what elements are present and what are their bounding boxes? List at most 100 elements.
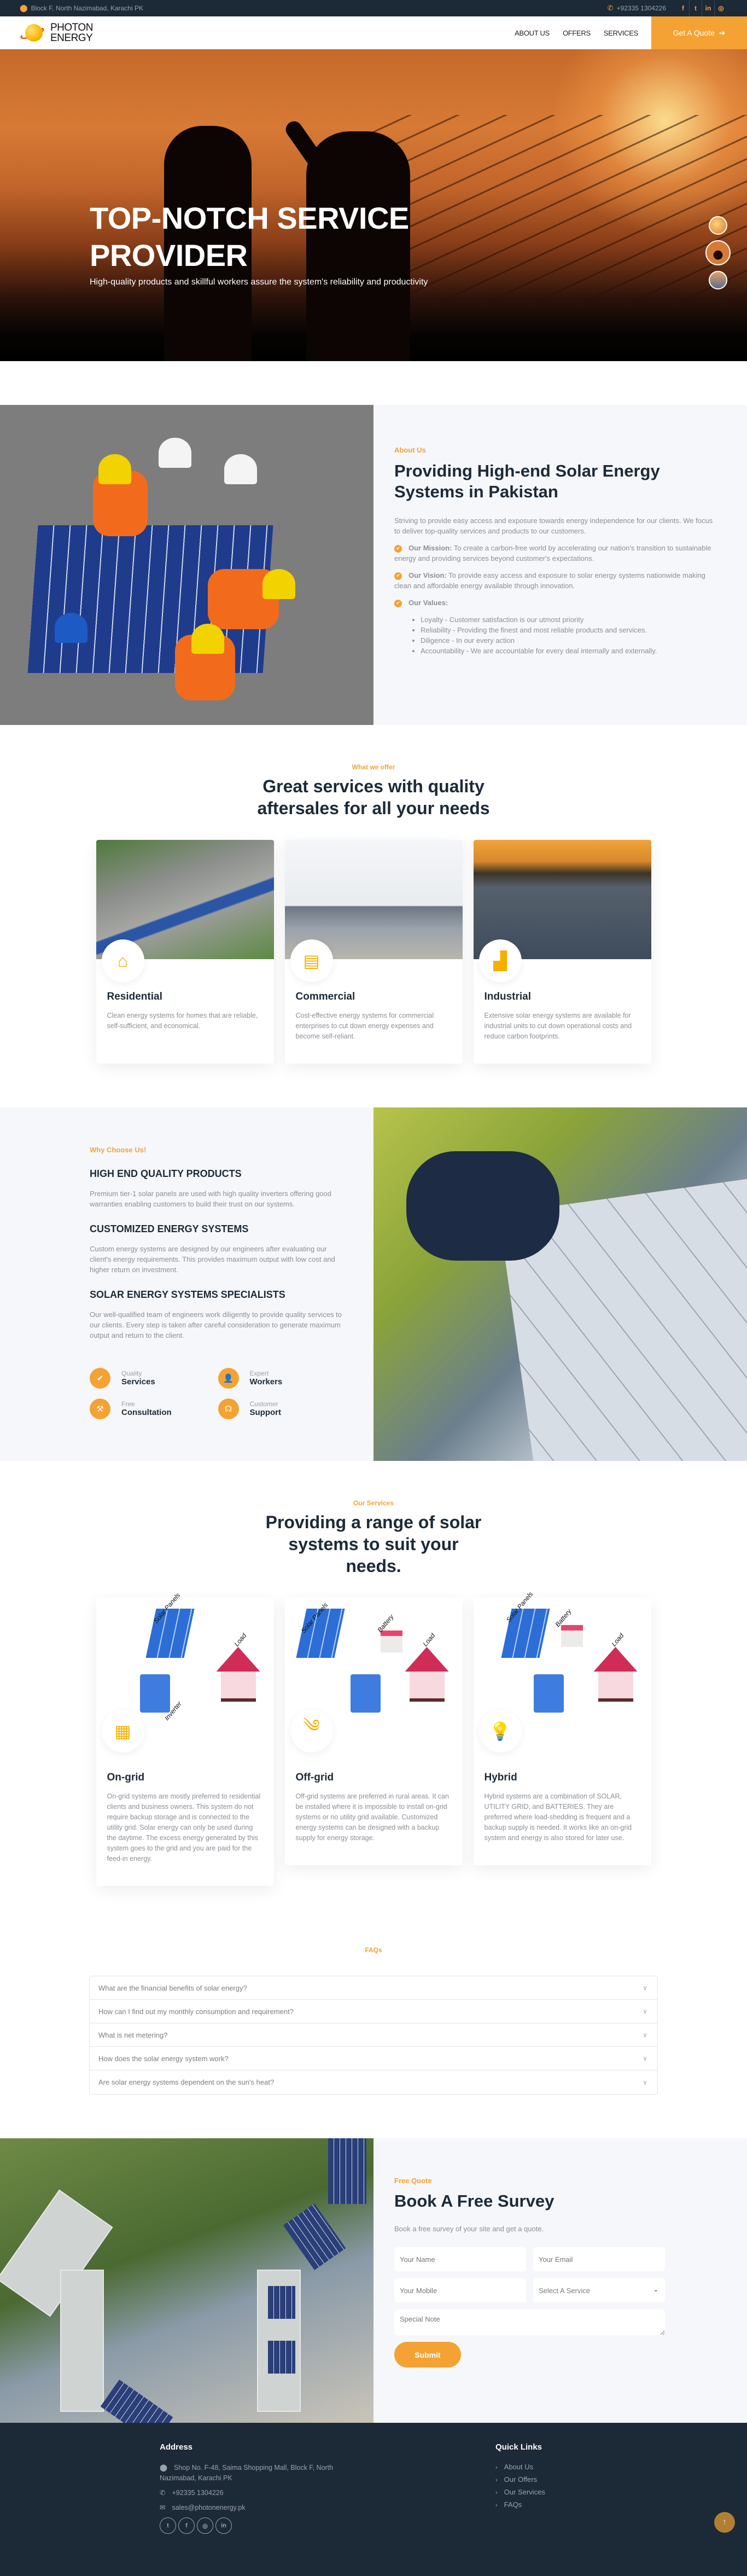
diagram-house [216, 1647, 260, 1702]
faq-item[interactable]: Are solar energy systems dependent on th… [90, 2070, 657, 2094]
faq-item[interactable]: How does the solar energy system work? ∨ [90, 2047, 657, 2070]
chevron-down-icon: ∨ [643, 1984, 647, 1992]
main-navbar: PHOTON ENERGY ABOUT US OFFERS SERVICES Ge… [0, 16, 747, 49]
footer-link-offers[interactable]: › Our Offers [495, 2475, 545, 2484]
check-icon: ✔ [90, 1368, 110, 1389]
footer-link-label: Our Services [504, 2488, 545, 2496]
rooftop-panels [100, 2380, 173, 2423]
mission-item: ✔ Our Mission: To create a carbon-free wo… [394, 543, 720, 564]
why-block-text: Custom energy systems are designed by ou… [90, 1245, 335, 1274]
slide-thumb[interactable] [709, 271, 727, 289]
service-select[interactable]: Select A Service [533, 2278, 665, 2302]
footer-phone-text[interactable]: +92335 1304226 [172, 2489, 223, 2497]
logo[interactable]: PHOTON ENERGY [19, 22, 93, 44]
footer-link-label: Our Offers [504, 2475, 538, 2484]
twitter-icon[interactable]: t [160, 2517, 176, 2534]
footer-email-text[interactable]: sales@photonenergy.pk [172, 2504, 245, 2511]
nav-link-offers[interactable]: OFFERS [563, 29, 591, 37]
arrow-right-icon: ➔ [719, 28, 726, 37]
rooftop-panels [283, 2203, 346, 2271]
why-block-text: Premium tier-1 solar panels are used wit… [90, 1190, 331, 1208]
diagram-inverter [350, 1674, 381, 1713]
footer-link-services[interactable]: › Our Services [495, 2488, 545, 2496]
drafting-compass-icon: ⚒ [90, 1399, 110, 1419]
slide-thumb[interactable] [709, 216, 727, 235]
why-choose-us-section: Why Choose Us! HIGH END QUALITY PRODUCTS… [0, 1107, 747, 1461]
about-team-image [0, 405, 374, 725]
card-text: Clean energy systems for homes that are … [107, 1012, 258, 1030]
lightbulb-icon: 💡 [478, 1710, 522, 1753]
get-quote-button[interactable]: Get A Quote ➔ [651, 16, 747, 49]
chevron-down-icon: ∨ [643, 2031, 647, 2039]
about-eyebrow: About Us [394, 446, 426, 454]
footer-link-about[interactable]: › About Us [495, 2463, 545, 2471]
about-section: About Us Providing High-end Solar Energy… [0, 405, 747, 725]
slide-thumb-active[interactable] [705, 240, 731, 265]
back-to-top-button[interactable]: ↑ [714, 2512, 735, 2533]
about-lead: Striving to provide easy access and expo… [394, 517, 713, 535]
linkedin-icon[interactable]: in [702, 0, 715, 16]
hero-subtitle: High-quality products and skillful worke… [90, 277, 428, 287]
offer-card-industrial[interactable]: ▟ Industrial Extensive solar energy syst… [473, 840, 651, 1064]
chevron-down-icon: ∨ [643, 2055, 647, 2062]
map-pin-icon: ⬤ [20, 4, 28, 12]
faq-item[interactable]: How can I find out my monthly consumptio… [90, 2000, 657, 2023]
name-input[interactable] [394, 2247, 526, 2271]
email-input[interactable] [533, 2247, 665, 2271]
topbar-social: f t in ◎ [677, 0, 727, 16]
faq-item[interactable]: What is net metering? ∨ [90, 2023, 657, 2047]
why-glove [406, 1151, 559, 1261]
services-eyebrow: Our Services [353, 1499, 394, 1507]
value-item: Reliability - Providing the finest and m… [421, 625, 720, 635]
values-item: ✔ Our Values: [394, 597, 720, 608]
hard-hat [262, 569, 295, 599]
offer-eyebrow: What we offer [352, 763, 395, 771]
linkedin-icon[interactable]: in [215, 2517, 232, 2534]
nav-link-services[interactable]: SERVICES [604, 29, 638, 37]
feature-small: Customer [249, 1400, 278, 1408]
services-section: Our Services Providing a range of solar … [0, 1461, 747, 1886]
special-note-textarea[interactable] [394, 2310, 665, 2335]
offer-card-residential[interactable]: ⌂ Residential Clean energy systems for h… [96, 840, 274, 1064]
diagram-house [593, 1647, 638, 1702]
hard-hat [98, 454, 131, 484]
feature-expert-workers: 👤 Expert Workers [218, 1368, 347, 1389]
logo-line1: PHOTON [50, 22, 93, 33]
why-block-title: HIGH END QUALITY PRODUCTS [90, 1168, 242, 1179]
feature-big: Workers [249, 1377, 283, 1386]
phone-icon: ✆ [607, 4, 614, 12]
footer-address: ⬤ Shop No. F-48, Saima Shopping Mall, Blo… [160, 2463, 357, 2484]
footer-social: t f ◎ in [160, 2517, 357, 2534]
mobile-input[interactable] [394, 2278, 526, 2302]
hero-banner: TOP-NOTCH SERVICE PROVIDER High-quality … [0, 49, 747, 361]
card-text: Extensive solar energy systems are avail… [484, 1012, 632, 1040]
offer-card-commercial[interactable]: ▤ Commercial Cost-effective energy syste… [284, 840, 463, 1064]
footer-link-faqs[interactable]: › FAQs [495, 2500, 545, 2509]
feature-big: Consultation [121, 1408, 172, 1417]
service-card-on-grid[interactable]: Solar Panels Load Inverter ▦ On-grid On-… [96, 1591, 274, 1886]
facebook-icon[interactable]: f [178, 2517, 195, 2534]
chevron-down-icon: ⌄ [653, 2287, 658, 2293]
why-block-title: SOLAR ENERGY SYSTEMS SPECIALISTS [90, 1289, 285, 1300]
service-card-off-grid[interactable]: Solar Panels Battery Load ༄ Off-grid Off… [284, 1598, 463, 1865]
faq-item[interactable]: What are the financial benefits of solar… [90, 1976, 657, 2000]
phone-icon: ✆ [160, 2489, 166, 2497]
logo-orb-icon [19, 22, 46, 44]
feature-quality-services: ✔ Quality Services [90, 1368, 218, 1389]
twitter-icon[interactable]: t [690, 0, 702, 16]
topbar-phone[interactable]: +92335 1304226 [617, 4, 666, 12]
nav-link-about[interactable]: ABOUT US [515, 29, 550, 37]
footer-email: ✉ sales@photonenergy.pk [160, 2503, 357, 2513]
values-list: Loyalty - Customer satisfaction is our u… [421, 614, 720, 656]
diagram-label: Load [421, 1632, 436, 1648]
instagram-icon[interactable]: ◎ [715, 0, 727, 16]
instagram-icon[interactable]: ◎ [197, 2517, 213, 2534]
top-bar: ⬤ Block F, North Nazimabad, Karachi PK ✆… [0, 0, 747, 16]
submit-button[interactable]: Submit [394, 2342, 461, 2368]
diagram-battery [561, 1625, 583, 1647]
building [60, 2270, 104, 2412]
vision-item: ✔ Our Vision: To provide easy access and … [394, 570, 720, 591]
card-title: Hybrid [484, 1772, 517, 1783]
facebook-icon[interactable]: f [677, 0, 690, 16]
service-card-hybrid[interactable]: Solar Panels Battery Load 💡 Hybrid Hybri… [473, 1590, 651, 1865]
